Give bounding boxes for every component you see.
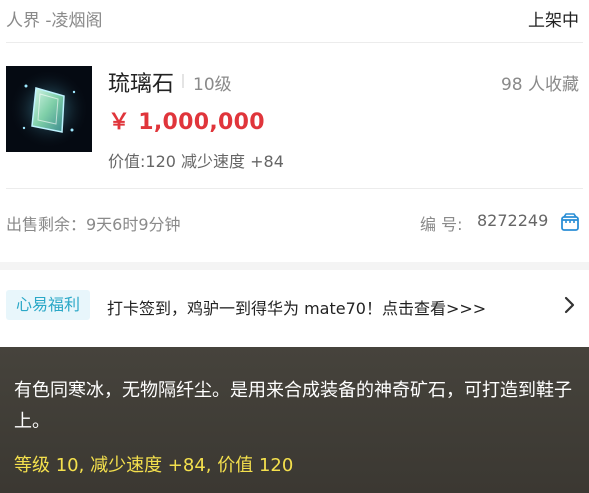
tooltip-stats: 等级 10, 减少速度 +84, 价值 120: [14, 455, 294, 476]
divider: [6, 188, 583, 189]
listing-id-value: 8272249: [477, 211, 549, 230]
sale-remaining-time: 出售剩余：9天6时9分钟: [6, 215, 181, 234]
separator: [182, 74, 184, 88]
item-stats: 价值:120 减少速度 +84: [108, 152, 284, 171]
promo-badge: 心易福利: [6, 290, 91, 320]
item-name: 琉璃石: [108, 72, 175, 97]
listing-id-label: 编 号:: [420, 215, 463, 234]
favorites-count: 98 人收藏: [500, 75, 579, 95]
item-level: 10级: [193, 75, 232, 95]
shop-icon[interactable]: [560, 212, 580, 232]
promo-link[interactable]: 打卡签到，鸡驴一到得华为 mate70！点击查看>>>: [107, 295, 486, 319]
item-price: ￥ 1,000,000: [108, 110, 265, 135]
tooltip-description: 有色同寒冰，无物隔纤尘。是用来合成装备的神奇矿石，可打造到鞋子上。: [14, 380, 572, 432]
section-separator: [0, 262, 589, 270]
jade-crystal-icon[interactable]: [6, 66, 92, 152]
chevron-right-icon[interactable]: [563, 294, 577, 316]
listing-status: 上架中: [528, 11, 579, 31]
location-label: 人界 -凌烟阁: [6, 11, 103, 31]
divider: [6, 42, 583, 43]
